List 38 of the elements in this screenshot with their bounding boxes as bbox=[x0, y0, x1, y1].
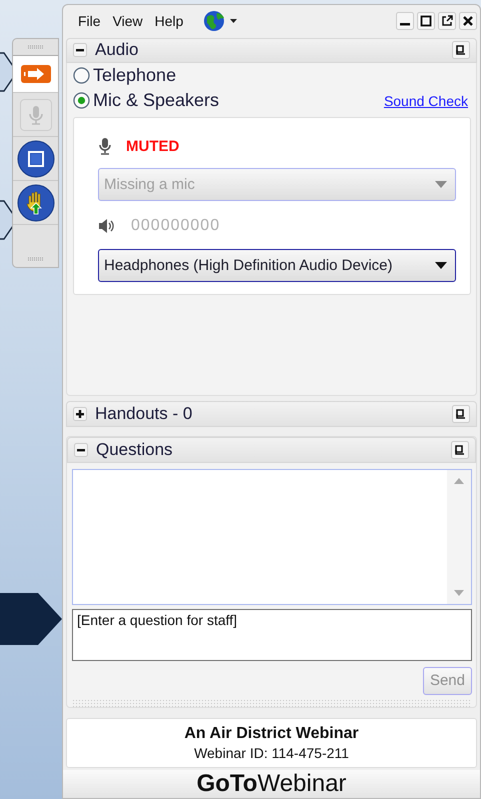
globe-icon[interactable] bbox=[203, 10, 240, 32]
section-title: Handouts - 0 bbox=[95, 404, 194, 424]
popout-icon[interactable] bbox=[452, 405, 470, 424]
brand-logo: GoToWebinar bbox=[196, 770, 346, 798]
section-title: Questions bbox=[96, 440, 174, 460]
collapse-icon[interactable] bbox=[73, 43, 87, 58]
grip-icon[interactable] bbox=[28, 45, 44, 49]
menu-item[interactable]: Help bbox=[152, 13, 186, 30]
radio-label: Telephone bbox=[93, 65, 176, 86]
close-icon[interactable] bbox=[459, 12, 477, 30]
webinar-id: Webinar ID: 114-475-211 bbox=[194, 744, 349, 761]
callout-arrow bbox=[0, 593, 62, 645]
microphone-icon bbox=[98, 137, 112, 156]
popout-icon[interactable] bbox=[451, 440, 469, 459]
webinar-title: An Air District Webinar bbox=[184, 724, 359, 743]
speaker-icon bbox=[98, 219, 115, 234]
dropdown-arrow-icon bbox=[435, 180, 447, 189]
radio-label: Mic & Speakers bbox=[93, 90, 220, 112]
hand-icon bbox=[16, 184, 54, 222]
menu-item[interactable]: View bbox=[110, 13, 145, 30]
maximize-icon[interactable] bbox=[417, 12, 435, 30]
grip-icon[interactable] bbox=[28, 257, 44, 261]
radio-button[interactable] bbox=[73, 67, 90, 84]
popout-icon[interactable] bbox=[438, 12, 456, 30]
question-input[interactable]: [Enter a question for staff] bbox=[72, 608, 472, 661]
popout-icon[interactable] bbox=[452, 41, 470, 60]
microphone-icon bbox=[20, 98, 52, 130]
menu-item[interactable]: File bbox=[76, 13, 103, 30]
expand-icon[interactable] bbox=[73, 407, 87, 422]
speaker-level-meter: 000000000 bbox=[131, 217, 220, 236]
device-dropdown[interactable]: Headphones (High Definition Audio Device) bbox=[98, 249, 456, 282]
dropdown-arrow-icon bbox=[435, 262, 447, 270]
minimize-icon[interactable] bbox=[396, 12, 414, 30]
mic-status: MUTED bbox=[126, 138, 180, 155]
sound-check-link[interactable]: Sound Check bbox=[384, 92, 468, 109]
radio-button[interactable] bbox=[73, 92, 90, 110]
section-title: Audio bbox=[95, 40, 140, 60]
collapse-icon[interactable] bbox=[74, 442, 88, 457]
